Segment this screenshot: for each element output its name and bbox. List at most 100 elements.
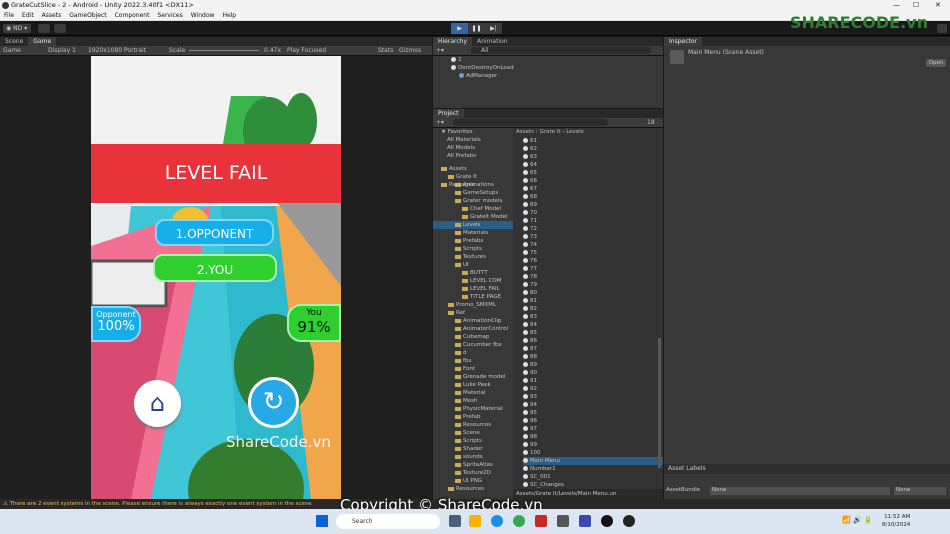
game-view[interactable]: LEVEL FAIL 1.OPPONENT 2.YOU Opponent 100… (91, 56, 341, 499)
folder-item[interactable]: Resources (433, 421, 513, 429)
assets-header[interactable]: Assets (433, 165, 513, 173)
file-item[interactable]: 92 (523, 385, 663, 393)
folder-item[interactable]: Grater models (433, 197, 513, 205)
play-button[interactable]: ▶ (451, 23, 468, 34)
file-item[interactable]: 71 (523, 217, 663, 225)
minimize-icon[interactable]: — (893, 1, 900, 9)
add-icon[interactable]: +▾ (436, 119, 444, 126)
display-dropdown[interactable]: Display 1 (48, 46, 76, 56)
scale-slider[interactable] (189, 50, 259, 51)
file-item[interactable]: 67 (523, 185, 663, 193)
folder-item[interactable]: Grate It (433, 173, 513, 181)
file-item[interactable]: 84 (523, 321, 663, 329)
packages-header[interactable]: Packages (433, 181, 513, 189)
collab-icon[interactable] (54, 24, 66, 33)
status-message[interactable]: There are 2 event systems in the scene. … (10, 501, 312, 507)
folder-item[interactable]: Resources (433, 485, 513, 493)
open-button[interactable]: Open (926, 59, 946, 67)
file-item[interactable]: 100 (523, 449, 663, 457)
list-item[interactable]: All Prefabs (433, 152, 513, 160)
account-dropdown[interactable]: ◉ ND ▾ (3, 24, 31, 33)
file-item[interactable]: SC_Changes (523, 481, 663, 489)
crumb[interactable]: Levels (566, 129, 583, 135)
file-item[interactable]: 69 (523, 201, 663, 209)
folder-item[interactable]: Chef Model (433, 205, 513, 213)
file-item[interactable]: 95 (523, 409, 663, 417)
menu-help[interactable]: Help (222, 12, 236, 19)
folder-item[interactable]: fbx (433, 357, 513, 365)
file-item[interactable]: 98 (523, 433, 663, 441)
folder-item[interactable]: UI (433, 261, 513, 269)
folder-item[interactable]: Ref (433, 309, 513, 317)
scrollbar[interactable] (658, 338, 661, 468)
file-item[interactable]: 66 (523, 177, 663, 185)
folder-item[interactable]: sounds (433, 453, 513, 461)
folder-item[interactable]: Material (433, 389, 513, 397)
folder-item[interactable]: Scene (433, 429, 513, 437)
menu-assets[interactable]: Assets (42, 12, 62, 19)
list-item[interactable]: All Materials (433, 136, 513, 144)
folder-item[interactable]: AnimatorControl (433, 325, 513, 333)
folder-item[interactable]: Materials (433, 229, 513, 237)
list-item[interactable]: AdManager (451, 72, 663, 80)
folder-item[interactable]: Textures (433, 253, 513, 261)
file-item[interactable]: 81 (523, 297, 663, 305)
file-item[interactable]: 91 (523, 377, 663, 385)
folder-item[interactable]: Mesh (433, 397, 513, 405)
file-item[interactable]: 77 (523, 265, 663, 273)
unity-hub-icon[interactable] (601, 515, 613, 527)
gizmos-button[interactable]: Gizmos (399, 46, 421, 56)
file-item[interactable]: 74 (523, 241, 663, 249)
resolution-dropdown[interactable]: 1920x1080 Portrait (88, 46, 146, 56)
file-item[interactable]: 94 (523, 401, 663, 409)
step-button[interactable]: ▶| (485, 23, 502, 34)
file-item[interactable]: 93 (523, 393, 663, 401)
variant-dropdown[interactable]: None (894, 487, 946, 495)
file-item[interactable]: 68 (523, 193, 663, 201)
file-item[interactable]: 89 (523, 361, 663, 369)
opponent-rank-button[interactable]: 1.OPPONENT (155, 219, 274, 246)
taskbar-search[interactable]: Search (336, 514, 440, 529)
home-icon[interactable]: ⌂ (134, 380, 181, 427)
folder-item[interactable]: Prefab (433, 413, 513, 421)
file-item[interactable]: 83 (523, 313, 663, 321)
file-item[interactable]: 79 (523, 281, 663, 289)
crumb[interactable]: Assets (516, 129, 534, 135)
hierarchy-search[interactable]: All (471, 47, 651, 54)
folder-item[interactable]: UI PNG (433, 477, 513, 485)
folder-item[interactable]: Scripts (433, 245, 513, 253)
file-item[interactable]: Number1 (523, 465, 663, 473)
file-item[interactable]: 61 (523, 137, 663, 145)
assetbundle-dropdown[interactable]: None (710, 487, 890, 495)
folder-item[interactable]: Texture2D (433, 469, 513, 477)
file-item[interactable]: 63 (523, 153, 663, 161)
cloud-icon[interactable] (38, 24, 50, 33)
crumb[interactable]: Grate It (540, 129, 561, 135)
file-item[interactable]: 65 (523, 169, 663, 177)
file-item[interactable]: 64 (523, 161, 663, 169)
windows-start-icon[interactable] (316, 515, 328, 527)
folder-item[interactable]: Cucumber fbx (433, 341, 513, 349)
file-item[interactable]: 88 (523, 353, 663, 361)
file-item[interactable]: 72 (523, 225, 663, 233)
menu-edit[interactable]: Edit (22, 12, 34, 19)
folder-item[interactable]: AnimationClip (433, 317, 513, 325)
favorites-header[interactable]: ★ Favorites (433, 128, 513, 136)
folder-item[interactable]: TITLE PAGE (433, 293, 513, 301)
folder-item[interactable]: Luke Peek (433, 381, 513, 389)
file-item[interactable]: Main Menu (523, 457, 663, 465)
folder-item[interactable]: GrateIt Model (433, 213, 513, 221)
file-item[interactable]: 96 (523, 417, 663, 425)
file-item[interactable]: 76 (523, 257, 663, 265)
folder-item[interactable]: Cubemap (433, 333, 513, 341)
file-item[interactable]: 87 (523, 345, 663, 353)
wifi-icon[interactable]: 📶 🔊 🔋 (842, 516, 873, 524)
pause-button[interactable]: ❚❚ (468, 23, 485, 34)
folder-item[interactable]: Promo_SMXML (433, 301, 513, 309)
file-item[interactable]: 78 (523, 273, 663, 281)
you-rank-button[interactable]: 2.YOU (153, 254, 277, 282)
app-icon[interactable] (557, 515, 569, 527)
file-item[interactable]: SC_001 (523, 473, 663, 481)
list-item[interactable]: All Models (433, 144, 513, 152)
unity-icon[interactable] (623, 515, 635, 527)
